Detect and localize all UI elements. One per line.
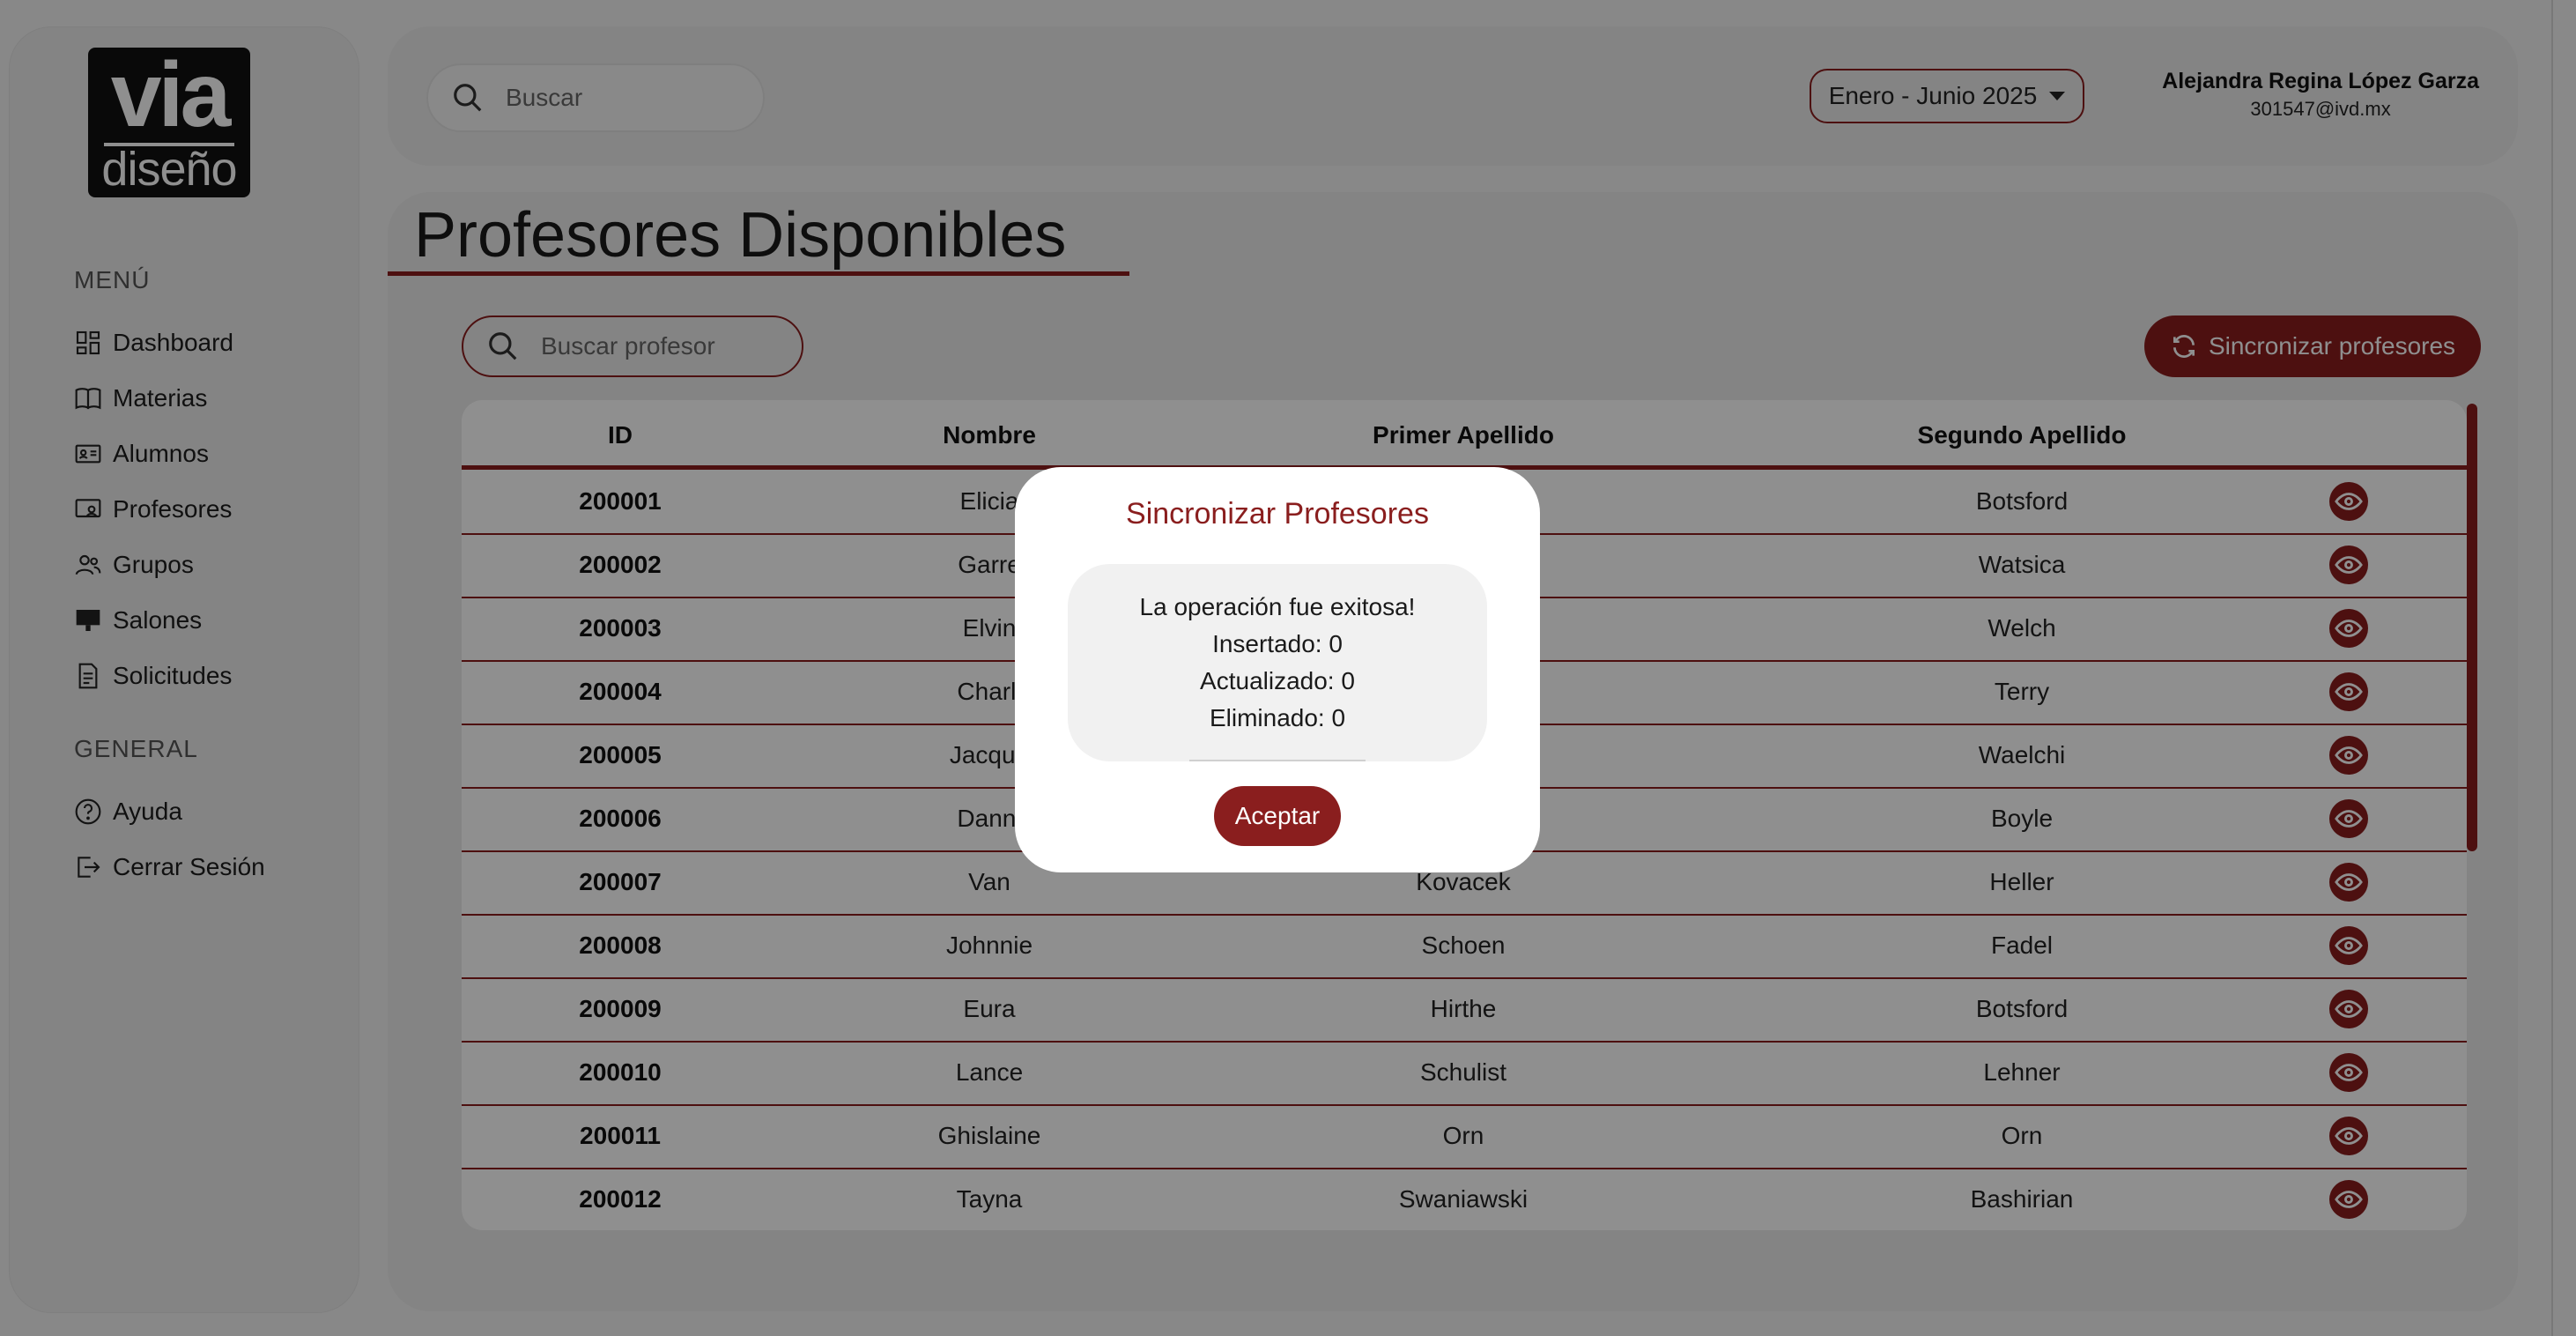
dialog-divider — [1189, 760, 1366, 761]
updated-count: Actualizado: 0 — [1200, 667, 1355, 694]
inserted-count: Insertado: 0 — [1212, 630, 1343, 657]
dialog-title: Sincronizar Profesores — [1126, 497, 1429, 531]
dialog-message-box: La operación fue exitosa! Insertado: 0 A… — [1068, 564, 1487, 761]
deleted-count: Eliminado: 0 — [1209, 704, 1346, 731]
sync-result-dialog: Sincronizar Profesores La operación fue … — [1015, 467, 1540, 872]
success-message: La operación fue exitosa! — [1139, 593, 1416, 620]
accept-button[interactable]: Aceptar — [1214, 786, 1341, 846]
